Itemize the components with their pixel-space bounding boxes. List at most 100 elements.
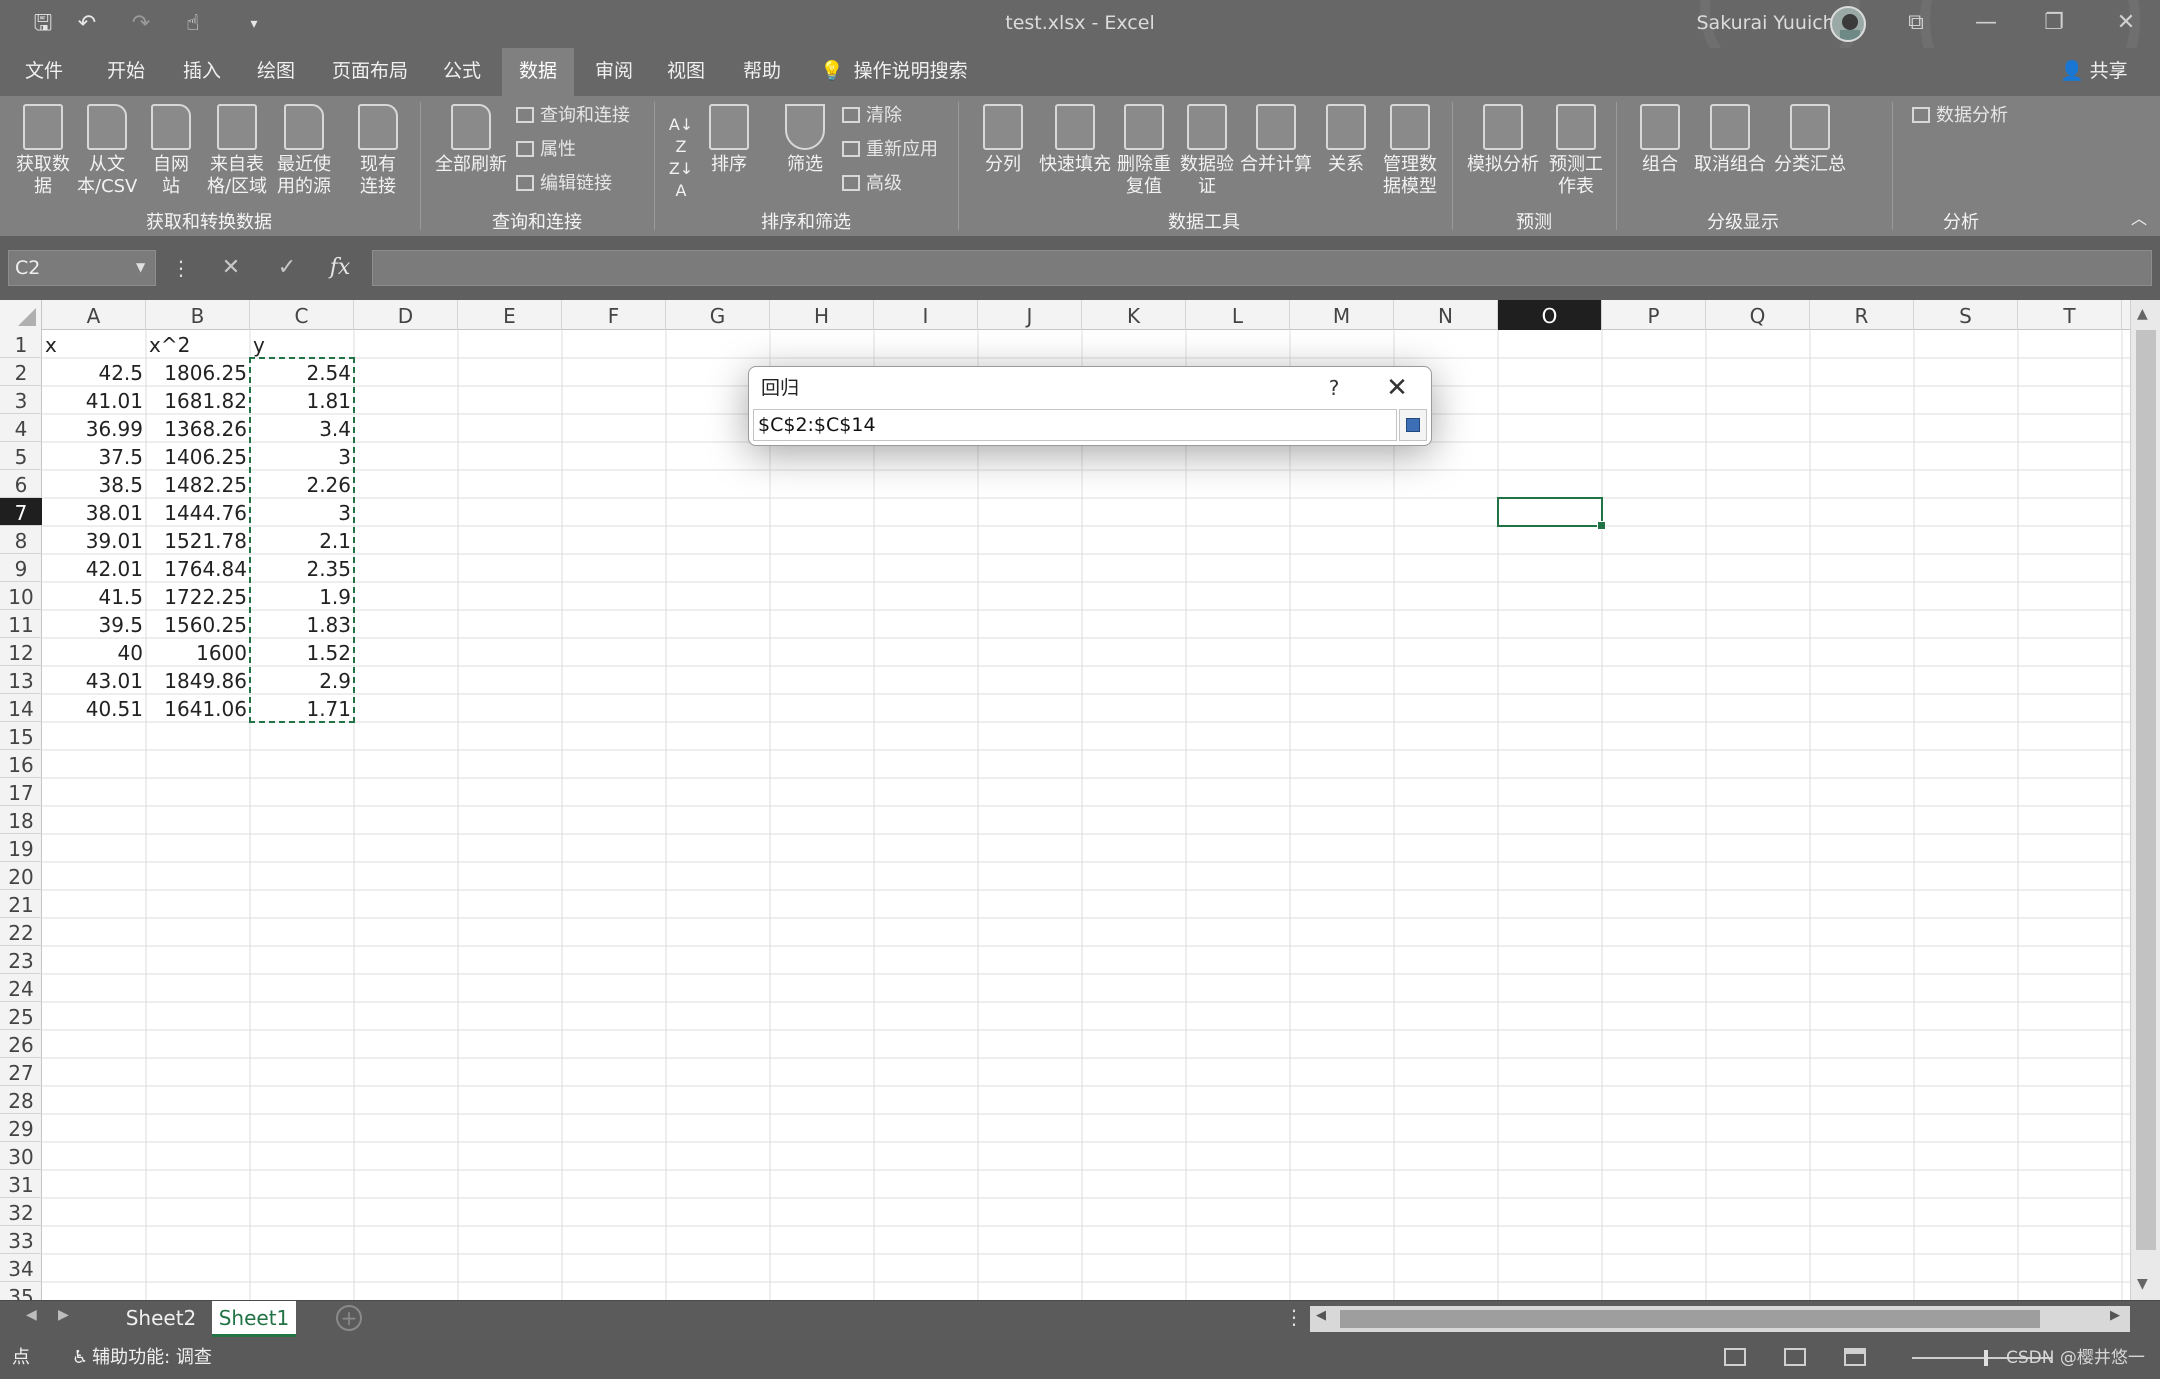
scroll-down-icon[interactable]: ▼ xyxy=(2137,1276,2148,1292)
horizontal-scrollbar[interactable]: ◀ ▶ xyxy=(1310,1306,2130,1332)
tab-home[interactable]: 开始 xyxy=(96,48,156,96)
column-header-s[interactable]: S xyxy=(1914,300,2018,330)
column-header-j[interactable]: J xyxy=(978,300,1082,330)
data-cell[interactable]: 1406.25 xyxy=(146,442,250,470)
row-header-13[interactable]: 13 xyxy=(0,666,42,694)
column-header-c[interactable]: C xyxy=(250,300,354,330)
data-cell[interactable]: 39.01 xyxy=(42,526,146,554)
data-cell[interactable]: 38.01 xyxy=(42,498,146,526)
minimize-button[interactable]: — xyxy=(1952,0,2020,48)
row-header-6[interactable]: 6 xyxy=(0,470,42,498)
column-header-q[interactable]: Q xyxy=(1706,300,1810,330)
vertical-scrollbar[interactable]: ▲ ▼ xyxy=(2130,300,2160,1300)
column-header-b[interactable]: B xyxy=(146,300,250,330)
row-header-27[interactable]: 27 xyxy=(0,1058,42,1086)
queries-connections-button[interactable]: 查询和连接 xyxy=(516,102,630,130)
from-web-button[interactable]: 自网站 xyxy=(140,100,202,198)
column-header-g[interactable]: G xyxy=(666,300,770,330)
row-header-20[interactable]: 20 xyxy=(0,862,42,890)
clear-filter-button[interactable]: 清除 xyxy=(842,102,902,130)
name-box[interactable]: C2 xyxy=(8,250,156,286)
data-cell[interactable]: 37.5 xyxy=(42,442,146,470)
data-cell[interactable]: 1560.25 xyxy=(146,610,250,638)
data-cell[interactable]: 41.5 xyxy=(42,582,146,610)
data-analysis-button[interactable]: 数据分析 xyxy=(1912,102,2008,130)
close-window-button[interactable]: ✕ xyxy=(2092,0,2160,48)
redo-icon[interactable]: ↷ xyxy=(124,6,158,42)
column-header-i[interactable]: I xyxy=(874,300,978,330)
column-header-f[interactable]: F xyxy=(562,300,666,330)
row-header-4[interactable]: 4 xyxy=(0,414,42,442)
row-header-3[interactable]: 3 xyxy=(0,386,42,414)
data-cell[interactable]: 1482.25 xyxy=(146,470,250,498)
maximize-button[interactable]: ❐ xyxy=(2020,0,2088,48)
properties-button[interactable]: 属性 xyxy=(516,136,576,164)
tab-draw[interactable]: 绘图 xyxy=(246,48,306,96)
forecast-sheet-button[interactable]: 预测工作表 xyxy=(1548,100,1604,198)
data-cell[interactable]: 41.01 xyxy=(42,386,146,414)
column-header-a[interactable]: A xyxy=(42,300,146,330)
insert-function-icon[interactable]: fx xyxy=(320,250,360,286)
column-header-r[interactable]: R xyxy=(1810,300,1914,330)
group-button[interactable]: 组合 xyxy=(1636,100,1684,176)
row-header-5[interactable]: 5 xyxy=(0,442,42,470)
data-cell[interactable]: 36.99 xyxy=(42,414,146,442)
data-cell[interactable]: 42.01 xyxy=(42,554,146,582)
formula-input[interactable] xyxy=(372,250,2152,286)
scroll-right-icon[interactable]: ▶ xyxy=(2110,1308,2120,1323)
data-cell[interactable]: 40 xyxy=(42,638,146,666)
reapply-button[interactable]: 重新应用 xyxy=(842,136,938,164)
column-header-h[interactable]: H xyxy=(770,300,874,330)
column-header-l[interactable]: L xyxy=(1186,300,1290,330)
zoom-slider-thumb[interactable] xyxy=(1984,1350,1988,1366)
collapse-ribbon-icon[interactable]: ︿ xyxy=(2124,208,2154,230)
share-button[interactable]: 👤 共享 xyxy=(2060,48,2128,96)
filter-button[interactable]: 筛选 xyxy=(776,100,834,176)
row-header-8[interactable]: 8 xyxy=(0,526,42,554)
tell-me-search[interactable]: 💡 操作说明搜索 xyxy=(820,48,968,96)
tab-split-handle-icon[interactable]: ⋮ xyxy=(1284,1305,1304,1329)
what-if-analysis-button[interactable]: 模拟分析 xyxy=(1462,100,1544,176)
tab-view[interactable]: 视图 xyxy=(656,48,716,96)
column-header-t[interactable]: T xyxy=(2018,300,2122,330)
row-header-1[interactable]: 1 xyxy=(0,330,42,358)
row-header-23[interactable]: 23 xyxy=(0,946,42,974)
text-to-columns-button[interactable]: 分列 xyxy=(970,100,1036,176)
page-layout-view-icon[interactable] xyxy=(1784,1348,1806,1366)
row-header-24[interactable]: 24 xyxy=(0,974,42,1002)
row-header-18[interactable]: 18 xyxy=(0,806,42,834)
add-sheet-icon[interactable]: + xyxy=(336,1305,362,1331)
customize-qat-icon[interactable]: ▾ xyxy=(244,6,264,42)
scroll-up-icon[interactable]: ▲ xyxy=(2137,306,2148,322)
from-table-button[interactable]: 来自表格/区域 xyxy=(204,100,270,198)
row-header-14[interactable]: 14 xyxy=(0,694,42,722)
consolidate-button[interactable]: 合并计算 xyxy=(1238,100,1314,176)
user-name[interactable]: Sakurai Yuuichi xyxy=(1640,0,1841,48)
data-cell[interactable]: 1600 xyxy=(146,638,250,666)
tab-insert[interactable]: 插入 xyxy=(172,48,232,96)
header-cell[interactable]: x^2 xyxy=(146,330,250,358)
column-header-p[interactable]: P xyxy=(1602,300,1706,330)
next-sheet-icon[interactable]: ▶ xyxy=(58,1307,69,1323)
worksheet[interactable]: ABCDEFGHIJKLMNOPQRST 1 2 3 4 5 6 7 8 9 10 11 12 13 14… xyxy=(0,300,2130,1300)
row-header-30[interactable]: 30 xyxy=(0,1142,42,1170)
data-cell[interactable]: 38.5 xyxy=(42,470,146,498)
column-header-n[interactable]: N xyxy=(1394,300,1498,330)
from-text-csv-button[interactable]: 从文本/CSV xyxy=(76,100,138,198)
ungroup-button[interactable]: 取消组合 xyxy=(1690,100,1770,176)
row-header-21[interactable]: 21 xyxy=(0,890,42,918)
data-cell[interactable]: 1722.25 xyxy=(146,582,250,610)
row-header-32[interactable]: 32 xyxy=(0,1198,42,1226)
cell-grid[interactable]: x x^2 y 42.5 1806.25 2.54 41.01 1681.82 1.81 36.9… xyxy=(42,330,2130,1300)
tab-data[interactable]: 数据 xyxy=(502,48,574,96)
row-header-35[interactable]: 35 xyxy=(0,1282,42,1300)
cancel-edit-icon[interactable]: ✕ xyxy=(214,250,248,286)
data-cell[interactable]: 1849.86 xyxy=(146,666,250,694)
tab-file[interactable]: 文件 xyxy=(14,48,74,96)
column-header-k[interactable]: K xyxy=(1082,300,1186,330)
accessibility-checker[interactable]: ♿ 辅助功能: 调查 xyxy=(72,1338,212,1378)
row-header-17[interactable]: 17 xyxy=(0,778,42,806)
row-header-33[interactable]: 33 xyxy=(0,1226,42,1254)
ribbon-display-options-icon[interactable]: ⧉ xyxy=(1882,0,1950,48)
row-header-26[interactable]: 26 xyxy=(0,1030,42,1058)
